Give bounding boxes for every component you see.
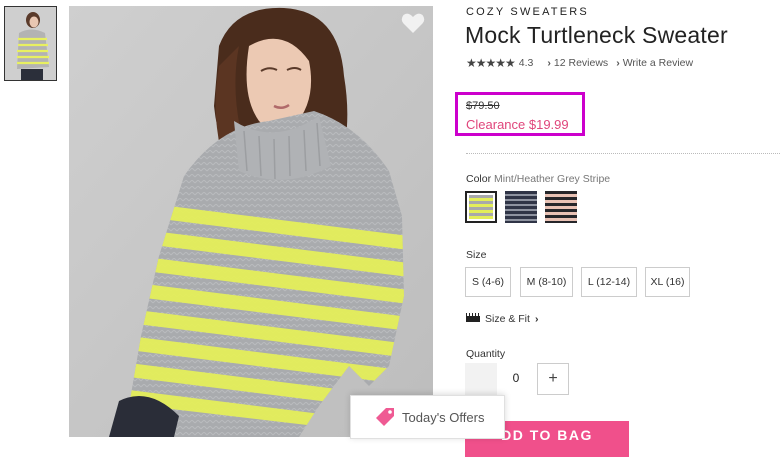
chevron-right-icon: ›	[547, 57, 551, 69]
brand-name: COZY SWEATERS	[466, 6, 589, 18]
quantity-decrement-button[interactable]	[465, 363, 497, 395]
divider	[466, 153, 780, 154]
chevron-right-icon: ›	[534, 313, 539, 325]
rating-value: 4.3	[518, 57, 534, 69]
product-thumbnail[interactable]	[4, 6, 57, 81]
thumbnail-image	[5, 7, 56, 80]
star-rating-icon: ★★★★★	[466, 56, 516, 70]
write-review-link[interactable]: › Write a Review	[616, 57, 693, 69]
reviews-link-label: 12 Reviews	[553, 57, 609, 69]
clearance-price: Clearance $19.99	[466, 117, 569, 132]
product-title: Mock Turtleneck Sweater	[465, 22, 728, 48]
color-label: Color Mint/Heather Grey Stripe	[466, 173, 610, 185]
color-swatch-navy[interactable]	[505, 191, 537, 223]
color-swatch-black-pink[interactable]	[545, 191, 577, 223]
swatch-fill	[469, 195, 493, 219]
chevron-right-icon: ›	[616, 57, 620, 69]
color-swatch-mint-grey[interactable]	[465, 191, 497, 223]
size-option-m[interactable]: M (8-10)	[520, 267, 573, 297]
tag-icon	[376, 408, 394, 426]
swatch-fill	[545, 191, 577, 223]
size-option-xl[interactable]: XL (16)	[645, 267, 690, 297]
size-option-l[interactable]: L (12-14)	[581, 267, 637, 297]
size-label: Size	[466, 249, 487, 261]
ruler-icon	[466, 313, 480, 322]
quantity-value: 0	[512, 371, 520, 385]
size-option-s[interactable]: S (4-6)	[465, 267, 511, 297]
quantity-increment-button[interactable]: +	[537, 363, 569, 395]
write-review-label: Write a Review	[622, 57, 694, 69]
product-main-image	[69, 6, 433, 437]
size-fit-link[interactable]: Size & Fit ›	[466, 313, 538, 325]
quantity-label: Quantity	[466, 348, 506, 360]
selected-color-value: Mint/Heather Grey Stripe	[494, 173, 611, 185]
heart-icon[interactable]	[401, 12, 425, 34]
todays-offers-button[interactable]: Today's Offers	[350, 395, 505, 439]
swatch-fill	[505, 191, 537, 223]
model-photo	[69, 6, 433, 437]
rating-row: ★★★★★ 4.3 › 12 Reviews › Write a Review	[466, 56, 693, 70]
color-label-text: Color	[466, 173, 492, 185]
size-fit-label: Size & Fit	[485, 313, 530, 325]
todays-offers-label: Today's Offers	[402, 409, 485, 425]
reviews-link[interactable]: › 12 Reviews	[547, 57, 608, 69]
original-price: $79.50	[466, 100, 500, 112]
